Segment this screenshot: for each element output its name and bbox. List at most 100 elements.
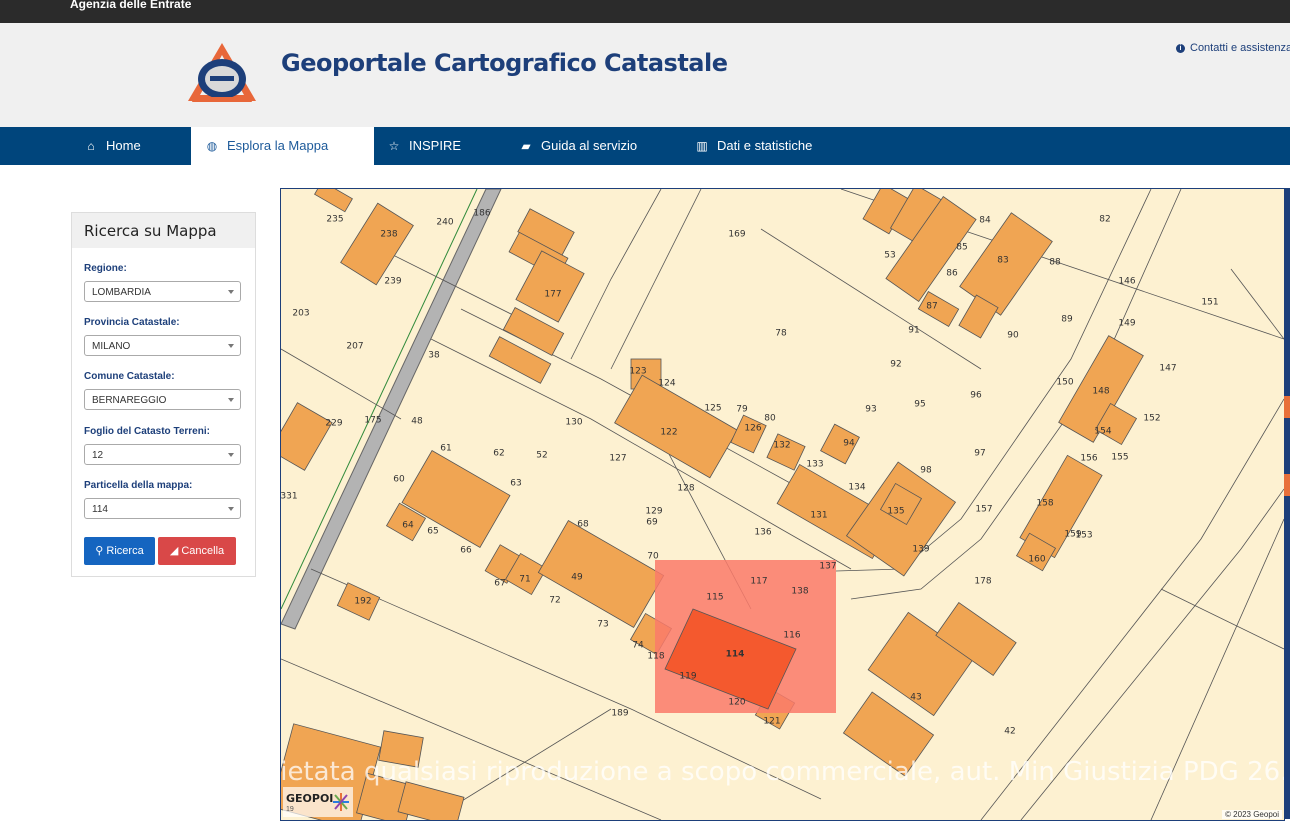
- parcel-label: 119: [679, 672, 696, 682]
- cancel-button[interactable]: ◢ Cancella: [158, 537, 236, 565]
- parcel-label: 85: [956, 243, 967, 253]
- parcel-label: 63: [510, 479, 521, 489]
- main-navigation: ⌂ Home ◍ Esplora la Mappa ☆ INSPIRE ▰ Guida …: [0, 127, 1290, 165]
- parcel-label: 66: [460, 546, 472, 556]
- building-footprint: [397, 781, 465, 820]
- geopoi-logo[interactable]: GEOPOI 19: [283, 787, 353, 817]
- building-footprint: [340, 202, 414, 286]
- parcel-label: 154: [1094, 427, 1111, 437]
- parcel-label: 124: [658, 379, 675, 389]
- parcel-label: 97: [974, 449, 985, 459]
- sheet-select[interactable]: 12: [84, 444, 241, 465]
- contacts-link[interactable]: i Contatti e assistenza: [1176, 42, 1290, 54]
- parcel-label: 94: [843, 439, 855, 449]
- parcel-label: 240: [436, 218, 453, 228]
- chevron-down-icon: [228, 290, 234, 294]
- parcel-label: 156: [1080, 454, 1097, 464]
- chevron-down-icon: [228, 507, 234, 511]
- parcel-label: 86: [946, 269, 958, 279]
- parcel-label: 42: [1004, 727, 1015, 737]
- province-select[interactable]: MILANO: [84, 335, 241, 356]
- parcel-label: 96: [970, 391, 982, 401]
- parcel-label: 155: [1111, 453, 1128, 463]
- parcel-label: 89: [1061, 315, 1073, 325]
- parcel-label: 127: [609, 454, 626, 464]
- home-icon: ⌂: [87, 139, 95, 153]
- parcel-label: 95: [914, 400, 925, 410]
- parcel-label: 135: [887, 507, 904, 517]
- parcel-label: 150: [1056, 378, 1073, 388]
- parcel-label: 83: [997, 256, 1008, 266]
- parcel-label: 177: [544, 290, 561, 300]
- nav-dati[interactable]: ▥ Dati e statistiche: [695, 127, 812, 165]
- parcel-label: 92: [890, 360, 901, 370]
- parcel-label: 133: [806, 460, 823, 470]
- parcel-label: 91: [908, 326, 919, 336]
- building-footprint: [515, 250, 585, 323]
- parcel-label: 157: [975, 505, 992, 515]
- nav-inspire[interactable]: ☆ INSPIRE: [387, 127, 461, 165]
- building-footprint: [537, 519, 665, 629]
- parcel-label: 68: [577, 520, 589, 530]
- building-footprint: [730, 414, 767, 454]
- parcel-label: 186: [473, 209, 490, 219]
- parcel-label: 239: [384, 277, 401, 287]
- parcel-label: 69: [646, 518, 658, 528]
- globe-icon: ◍: [206, 139, 218, 153]
- parcel-label: 48: [411, 417, 423, 427]
- parcel-label: 118: [647, 652, 664, 662]
- parcel-label: 134: [848, 483, 865, 493]
- parcel-label: 84: [979, 216, 991, 226]
- map-side-toolbar[interactable]: [1284, 188, 1290, 819]
- building-footprints: [281, 189, 1144, 820]
- parcel-select[interactable]: 114: [84, 498, 241, 519]
- parcel-label: 139: [912, 545, 929, 555]
- parcel-label: 67: [494, 579, 505, 589]
- parcel-label: 151: [1201, 298, 1218, 308]
- agency-name: Agenzia delle Entrate: [70, 0, 192, 11]
- parcel-label: 98: [920, 466, 932, 476]
- parcel-label: 229: [325, 419, 342, 429]
- parcel-label: 80: [764, 414, 776, 424]
- map-canvas[interactable]: 235 238 240 186 239 203 207 177 38 229 175 48 61 62 52…: [281, 189, 1284, 820]
- search-button[interactable]: ⚲ Ricerca: [84, 537, 155, 565]
- parcel-label: 122: [660, 428, 677, 438]
- side-tab-2[interactable]: [1284, 474, 1290, 496]
- search-panel-title: Ricerca su Mappa: [72, 213, 255, 248]
- province-value: MILANO: [92, 341, 131, 352]
- map-copyright: © 2023 Geopoi: [1222, 810, 1282, 819]
- nav-esplora-mappa[interactable]: ◍ Esplora la Mappa: [191, 127, 374, 165]
- parcel-label: 79: [736, 405, 748, 415]
- parcel-label: 70: [647, 552, 659, 562]
- parcel-label: 132: [773, 441, 790, 451]
- search-panel: Ricerca su Mappa Regione: LOMBARDIA Prov…: [71, 212, 256, 577]
- sheet-value: 12: [92, 450, 104, 461]
- site-header: Geoportale Cartografico Catastale i Conta…: [0, 23, 1290, 127]
- parcel-label: 74: [632, 641, 644, 651]
- parcel-value: 114: [92, 504, 108, 515]
- nav-home[interactable]: ⌂ Home: [84, 127, 140, 165]
- parcel-label: Particella della mappa:: [84, 480, 193, 491]
- side-tab-1[interactable]: [1284, 396, 1290, 418]
- cancel-button-label: Cancella: [181, 545, 225, 557]
- search-icon: ⚲: [95, 545, 107, 557]
- parcel-label: 192: [354, 597, 371, 607]
- parcel-label: 90: [1007, 331, 1019, 341]
- parcel-label: 178: [974, 577, 991, 587]
- info-icon: i: [1176, 44, 1185, 53]
- parcel-label: 148: [1092, 387, 1109, 397]
- nav-guida[interactable]: ▰ Guida al servizio: [519, 127, 637, 165]
- parcel-label: 235: [326, 215, 343, 225]
- selected-parcel-highlight[interactable]: [655, 560, 836, 713]
- chevron-down-icon: [228, 344, 234, 348]
- region-select[interactable]: LOMBARDIA: [84, 281, 241, 302]
- cadastral-map[interactable]: 235 238 240 186 239 203 207 177 38 229 175 48 61 62 52…: [280, 188, 1285, 821]
- municipality-select[interactable]: BERNAREGGIO: [84, 389, 241, 410]
- nav-guida-label: Guida al servizio: [541, 138, 638, 153]
- agenzia-logo-icon[interactable]: [186, 39, 258, 103]
- parcel-label: 60: [393, 475, 405, 485]
- geopoi-logo-text: GEOPOI: [286, 792, 334, 805]
- parcel-label: 158: [1036, 499, 1053, 509]
- zoom-level: 19: [286, 806, 294, 813]
- parcel-label: 38: [428, 351, 440, 361]
